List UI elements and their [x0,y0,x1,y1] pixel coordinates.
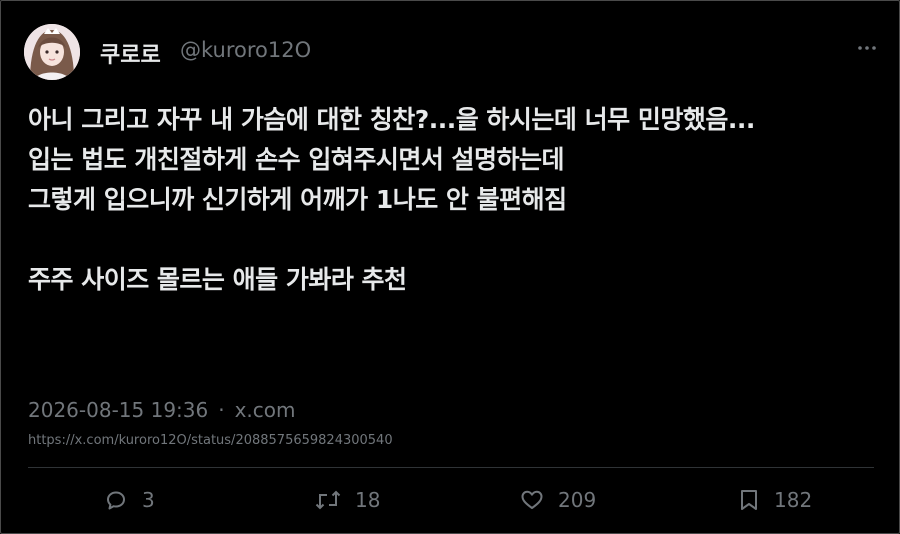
repost-icon [315,490,341,510]
tweet-url[interactable]: https://x.com/kuroro12O/status/208857565… [28,433,393,448]
timestamp[interactable]: 2026-08-15 19:36 [28,398,208,422]
repost-count: 18 [355,488,381,512]
reply-button[interactable]: 3 [104,486,155,514]
author-display-name[interactable]: 쿠로로 [100,37,161,69]
reply-count: 3 [142,488,155,512]
avatar-image [24,24,80,80]
like-button[interactable]: 209 [520,486,596,514]
source: x.com [234,398,296,422]
bookmark-button[interactable]: 182 [738,486,812,514]
bookmark-icon [741,490,757,510]
meta-separator: · [218,398,225,422]
tweet-text: 아니 그리고 자꾸 내 가슴에 대한 칭찬?...을 하시는데 너무 민망했음.… [28,105,755,294]
like-icon [521,490,543,509]
author-handle[interactable]: @kuroro12O [180,38,311,62]
divider [28,467,874,468]
bookmark-count: 182 [774,488,813,512]
tweet-meta: 2026-08-15 19:36 · x.com [28,398,296,422]
reply-icon [107,491,125,510]
like-count: 209 [558,488,597,512]
avatar[interactable] [24,24,80,80]
repost-button[interactable]: 18 [315,486,380,514]
more-icon[interactable] [855,36,879,60]
